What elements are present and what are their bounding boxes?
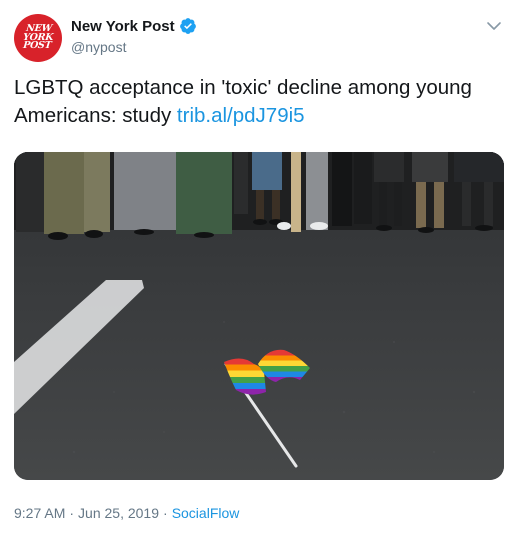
tweet-time[interactable]: 9:27 AM bbox=[14, 505, 65, 521]
separator: · bbox=[163, 505, 168, 521]
tweet-text: LGBTQ acceptance in 'toxic' decline amon… bbox=[14, 74, 504, 130]
avatar[interactable]: NEW YORK POST bbox=[14, 14, 62, 62]
tweet-source[interactable]: SocialFlow bbox=[172, 505, 240, 521]
photo-scene bbox=[14, 152, 504, 480]
tweet-link[interactable]: trib.al/pdJ79i5 bbox=[177, 104, 305, 127]
chevron-down-icon[interactable] bbox=[486, 18, 502, 34]
author-handle[interactable]: @nypost bbox=[71, 39, 126, 55]
tweet-meta: 9:27 AM · Jun 25, 2019 · SocialFlow bbox=[14, 505, 239, 521]
tweet-photo[interactable] bbox=[14, 152, 504, 480]
author-name-row: New York Post bbox=[71, 17, 197, 35]
tweet-card: NEW YORK POST New York Post @nypost LGBT… bbox=[0, 0, 516, 534]
separator: · bbox=[69, 505, 75, 521]
tweet-date[interactable]: Jun 25, 2019 bbox=[78, 505, 159, 521]
nypost-logo: NEW YORK POST bbox=[22, 23, 54, 52]
display-name[interactable]: New York Post bbox=[71, 18, 175, 35]
verified-badge-icon bbox=[179, 18, 196, 34]
